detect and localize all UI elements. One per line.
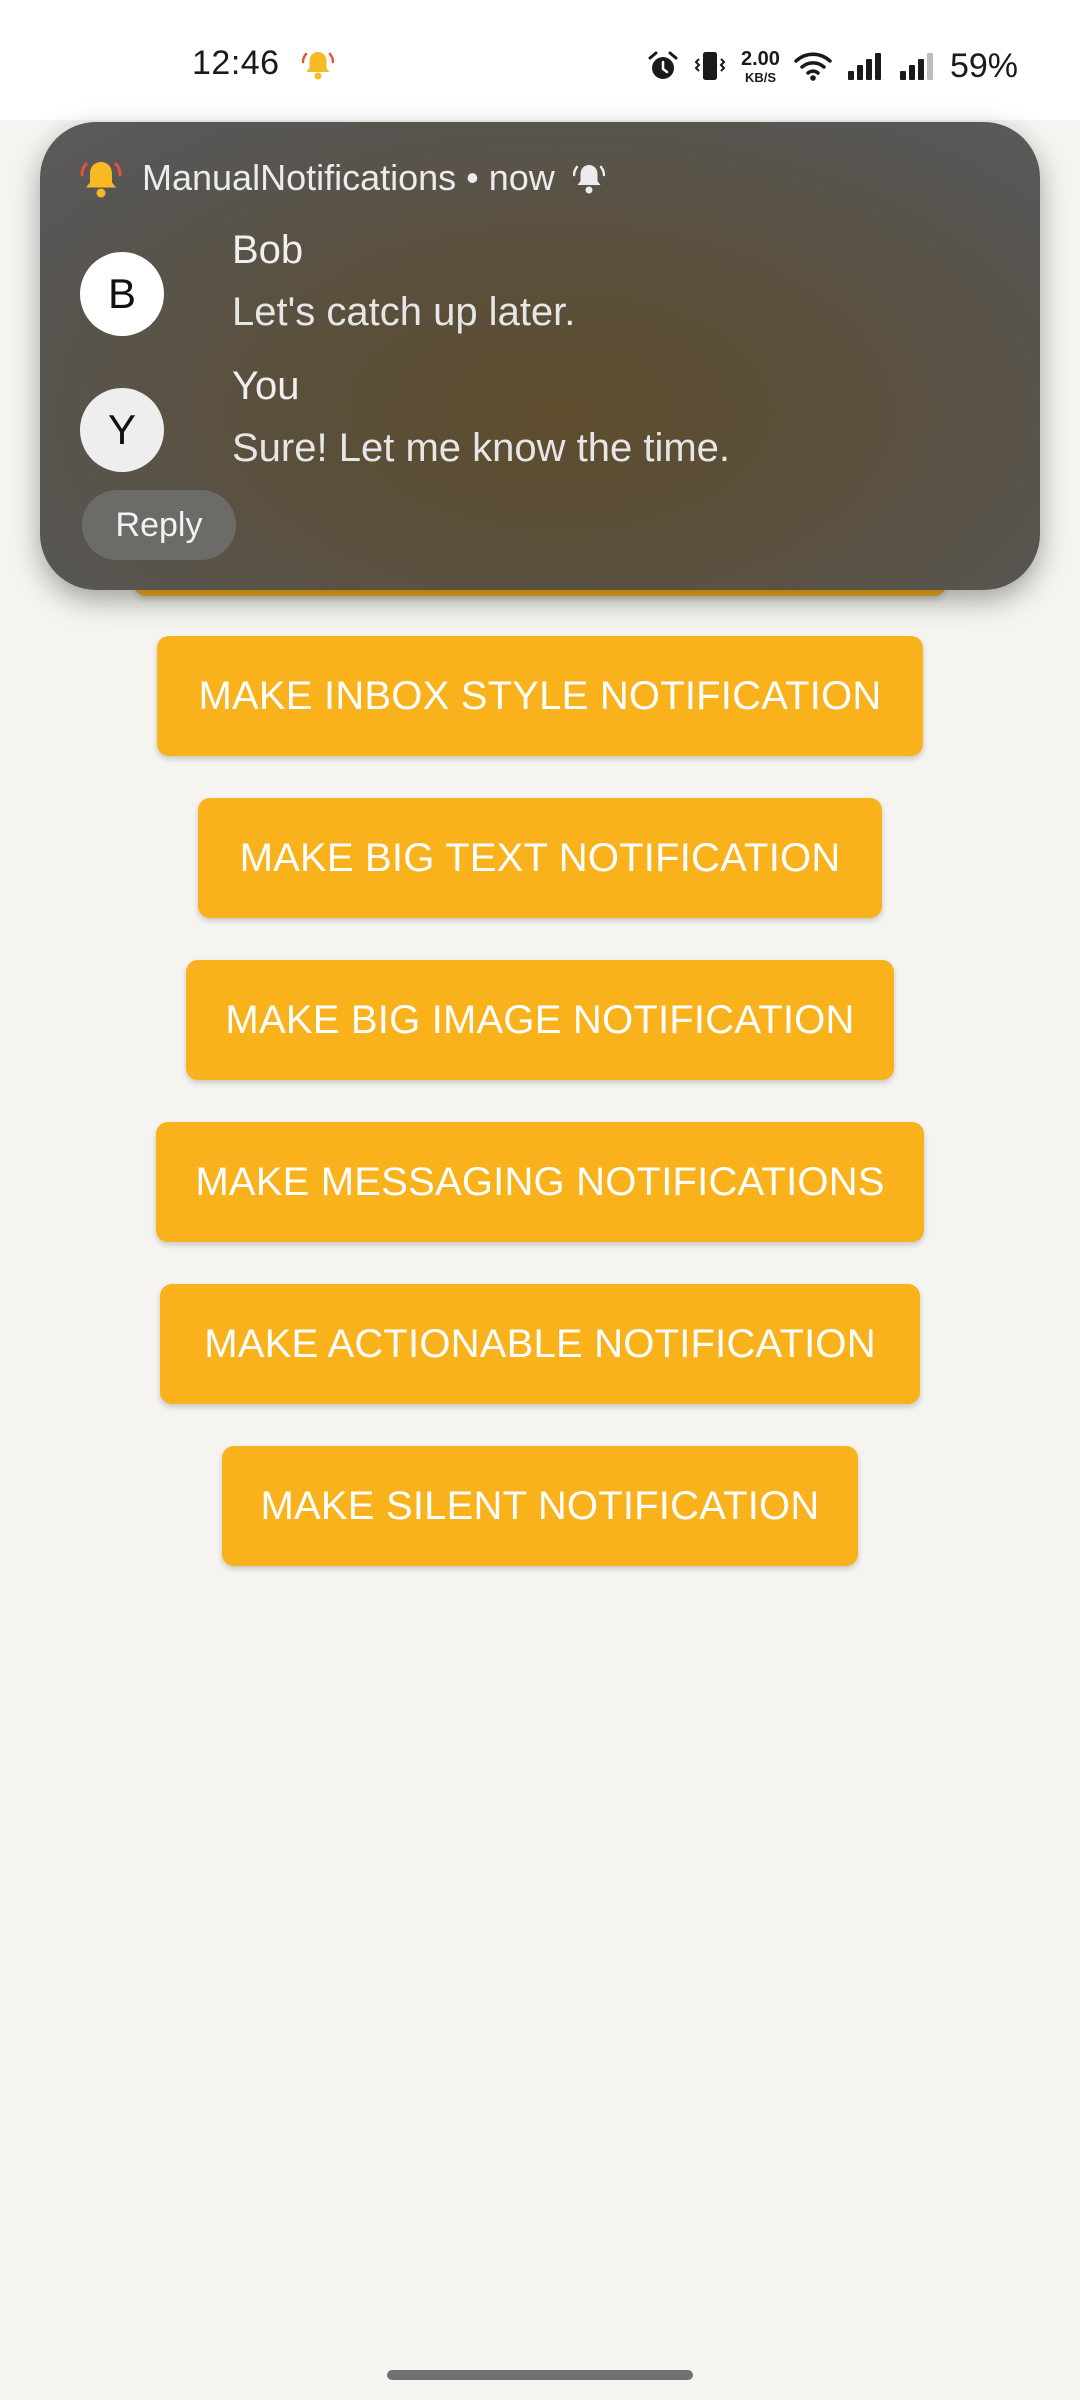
- make-actionable-notification-button[interactable]: MAKE ACTIONABLE NOTIFICATION: [160, 1284, 920, 1404]
- network-speed: 2.00 KB/S: [741, 49, 780, 84]
- notification-header: ManualNotifications • now: [80, 150, 605, 206]
- make-silent-notification-button[interactable]: MAKE SILENT NOTIFICATION: [222, 1446, 858, 1566]
- status-bar: 12:46 2.00 KB/S 59%: [0, 0, 1080, 120]
- message-item: Y You Sure! Let me know the time.: [80, 364, 980, 474]
- make-big-image-notification-button[interactable]: MAKE BIG IMAGE NOTIFICATION: [186, 960, 894, 1080]
- message-text: Sure! Let me know the time.: [232, 426, 731, 470]
- network-speed-value: 2.00: [741, 47, 780, 70]
- avatar: Y: [80, 388, 164, 472]
- message-sender: You: [232, 364, 300, 408]
- make-big-text-notification-button[interactable]: MAKE BIG TEXT NOTIFICATION: [198, 798, 882, 918]
- reply-button[interactable]: Reply: [82, 490, 236, 560]
- battery-level: 59%: [949, 46, 1018, 85]
- alerting-bell-icon: [572, 165, 605, 194]
- alarm-icon: [648, 51, 678, 79]
- make-messaging-notifications-button[interactable]: MAKE MESSAGING NOTIFICATIONS: [156, 1122, 924, 1242]
- bell-ringing-icon: [302, 52, 334, 80]
- screen: 12:46 2.00 KB/S 59% MAKE INBOX STYLE NOT…: [0, 0, 1080, 2400]
- signal-icon: [847, 53, 881, 80]
- make-inbox-style-notification-button[interactable]: MAKE INBOX STYLE NOTIFICATION: [157, 636, 923, 756]
- network-speed-unit: KB/S: [744, 69, 776, 85]
- message-item: B Bob Let's catch up later.: [80, 228, 980, 338]
- signal-icon: [899, 53, 933, 80]
- message-sender: Bob: [232, 228, 304, 272]
- home-indicator[interactable]: [387, 2370, 693, 2380]
- status-icons: 2.00 KB/S 59%: [647, 44, 1018, 88]
- heads-up-notification[interactable]: ManualNotifications • now B Bob Let's ca…: [40, 122, 1040, 590]
- notification-app-name: ManualNotifications: [142, 157, 457, 198]
- message-text: Let's catch up later.: [232, 290, 576, 334]
- notification-time: now: [488, 157, 555, 198]
- status-time: 12:46: [192, 44, 280, 82]
- vibrate-icon: [694, 52, 726, 80]
- avatar: B: [80, 252, 164, 336]
- bell-ringing-icon: [80, 162, 122, 198]
- notification-separator: •: [466, 157, 479, 198]
- wifi-icon: [794, 52, 832, 81]
